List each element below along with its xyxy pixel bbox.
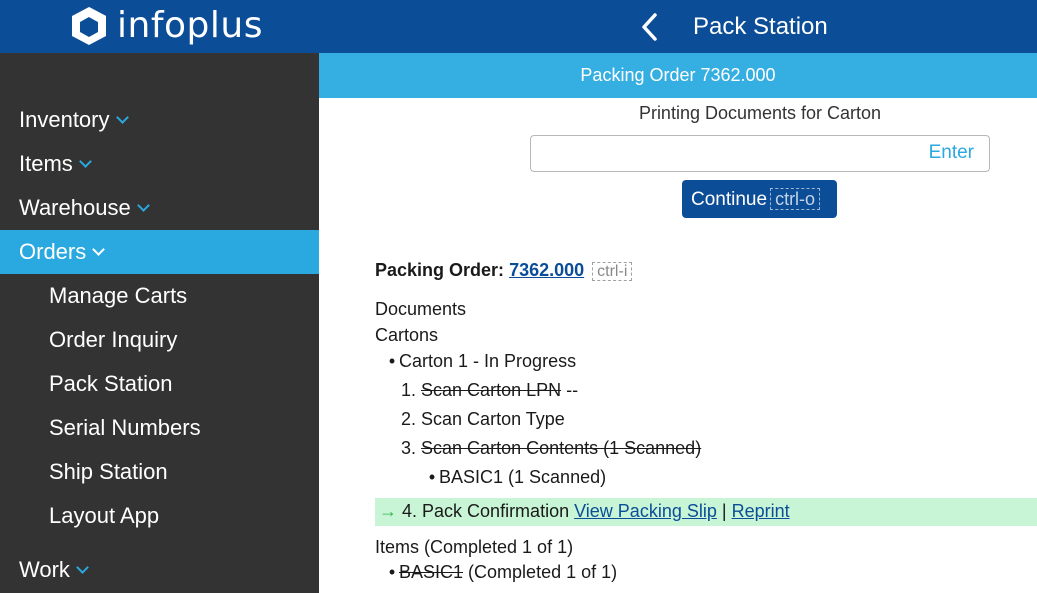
step-1: 1. Scan Carton LPN -- (401, 380, 578, 401)
sidebar-item-items[interactable]: Items (0, 142, 319, 186)
chevron-down-icon (78, 155, 92, 168)
carton-status: Carton 1 - In Progress (399, 351, 577, 371)
cube-logo-icon (72, 7, 106, 45)
infoplus-logo[interactable]: infoplus (69, 5, 263, 47)
link-separator: | (721, 501, 727, 521)
sidebar-subitem-serial-numbers[interactable]: Serial Numbers (0, 406, 319, 450)
sidebar: Inventory Items Warehouse Orders Manage … (0, 53, 319, 593)
sidebar-item-label: Orders (19, 239, 87, 264)
scan-input[interactable] (531, 136, 911, 171)
page-title: Pack Station (693, 13, 828, 40)
documents-label: Documents (375, 299, 467, 319)
scan-input-box[interactable]: Enter (530, 135, 990, 172)
reprint-link[interactable]: Reprint (732, 501, 790, 521)
step-number: 1. (401, 380, 417, 400)
packing-order-line: Packing Order: 7362.000 ctrl-i (375, 260, 633, 281)
scan-prompt-text: Printing Documents for Carton (638, 103, 882, 123)
chevron-down-icon (76, 561, 89, 574)
item-sku: BASIC1 (399, 562, 464, 582)
sidebar-item-orders[interactable]: Orders (0, 230, 319, 274)
packing-order-label: Packing Order: (375, 260, 505, 280)
sidebar-subitem-ship-station[interactable]: Ship Station (0, 450, 319, 494)
step-2: 2. Scan Carton Type (401, 409, 565, 430)
back-chevron-icon[interactable] (636, 12, 664, 42)
step-2-text: Scan Carton Type (421, 409, 565, 429)
continue-label: Continue (691, 189, 768, 210)
step-3: 3. Scan Carton Contents (1 Scanned) (401, 438, 701, 459)
item-status: (Completed 1 of 1) (468, 562, 618, 582)
step-3-item: • BASIC1 (1 Scanned) (425, 467, 606, 488)
cartons-label: Cartons (375, 325, 439, 345)
step-number: 2. (401, 409, 417, 429)
sidebar-item-label: Work (19, 557, 70, 582)
bullet: • (428, 467, 436, 487)
step-number: 3. (401, 438, 417, 458)
sidebar-subitem-layout-app[interactable]: Layout App (0, 494, 319, 538)
chevron-down-icon (136, 199, 150, 212)
sidebar-item-warehouse[interactable]: Warehouse (0, 186, 319, 230)
chevron-down-icon (92, 243, 106, 256)
packing-order-banner: Packing Order 7362.000 (319, 53, 1037, 98)
step-3-text: Scan Carton Contents (1 Scanned) (421, 438, 702, 458)
items-label: Items (Completed 1 of 1) (375, 537, 574, 557)
bullet: • (388, 351, 396, 371)
bullet: • (388, 562, 396, 582)
top-bar: infoplus Pack Station (0, 0, 1037, 53)
sidebar-subitem-order-inquiry[interactable]: Order Inquiry (0, 318, 319, 362)
sidebar-subitem-pack-station[interactable]: Pack Station (0, 362, 319, 406)
step-1-text: Scan Carton LPN (421, 380, 562, 400)
chevron-down-icon (115, 111, 129, 124)
sidebar-subitem-manage-carts[interactable]: Manage Carts (0, 274, 319, 318)
order-number-link[interactable]: 7362.000 (509, 260, 584, 280)
step-4-text: 4. Pack Confirmation (402, 501, 570, 521)
sidebar-item-label: Warehouse (19, 195, 131, 220)
sidebar-item-work[interactable]: Work (0, 548, 319, 592)
logo-text: infoplus (117, 5, 263, 46)
item-row: • BASIC1 (Completed 1 of 1) (385, 562, 617, 583)
step-4: → 4. Pack Confirmation View Packing Slip… (379, 501, 790, 522)
step-1-suffix: -- (566, 380, 579, 400)
continue-button[interactable]: Continue ctrl-o (682, 180, 837, 218)
enter-hint[interactable]: Enter (929, 142, 974, 164)
view-packing-slip-link[interactable]: View Packing Slip (574, 501, 717, 521)
order-shortcut: ctrl-i (592, 262, 633, 281)
scanned-item: BASIC1 (1 Scanned) (439, 467, 607, 487)
carton-item: • Carton 1 - In Progress (385, 351, 576, 372)
arrow-right-icon: → (379, 501, 397, 521)
sidebar-item-label: Inventory (19, 107, 110, 132)
sidebar-item-label: Items (19, 151, 73, 176)
sidebar-item-inventory[interactable]: Inventory (0, 98, 319, 142)
continue-shortcut: ctrl-o (770, 188, 821, 210)
